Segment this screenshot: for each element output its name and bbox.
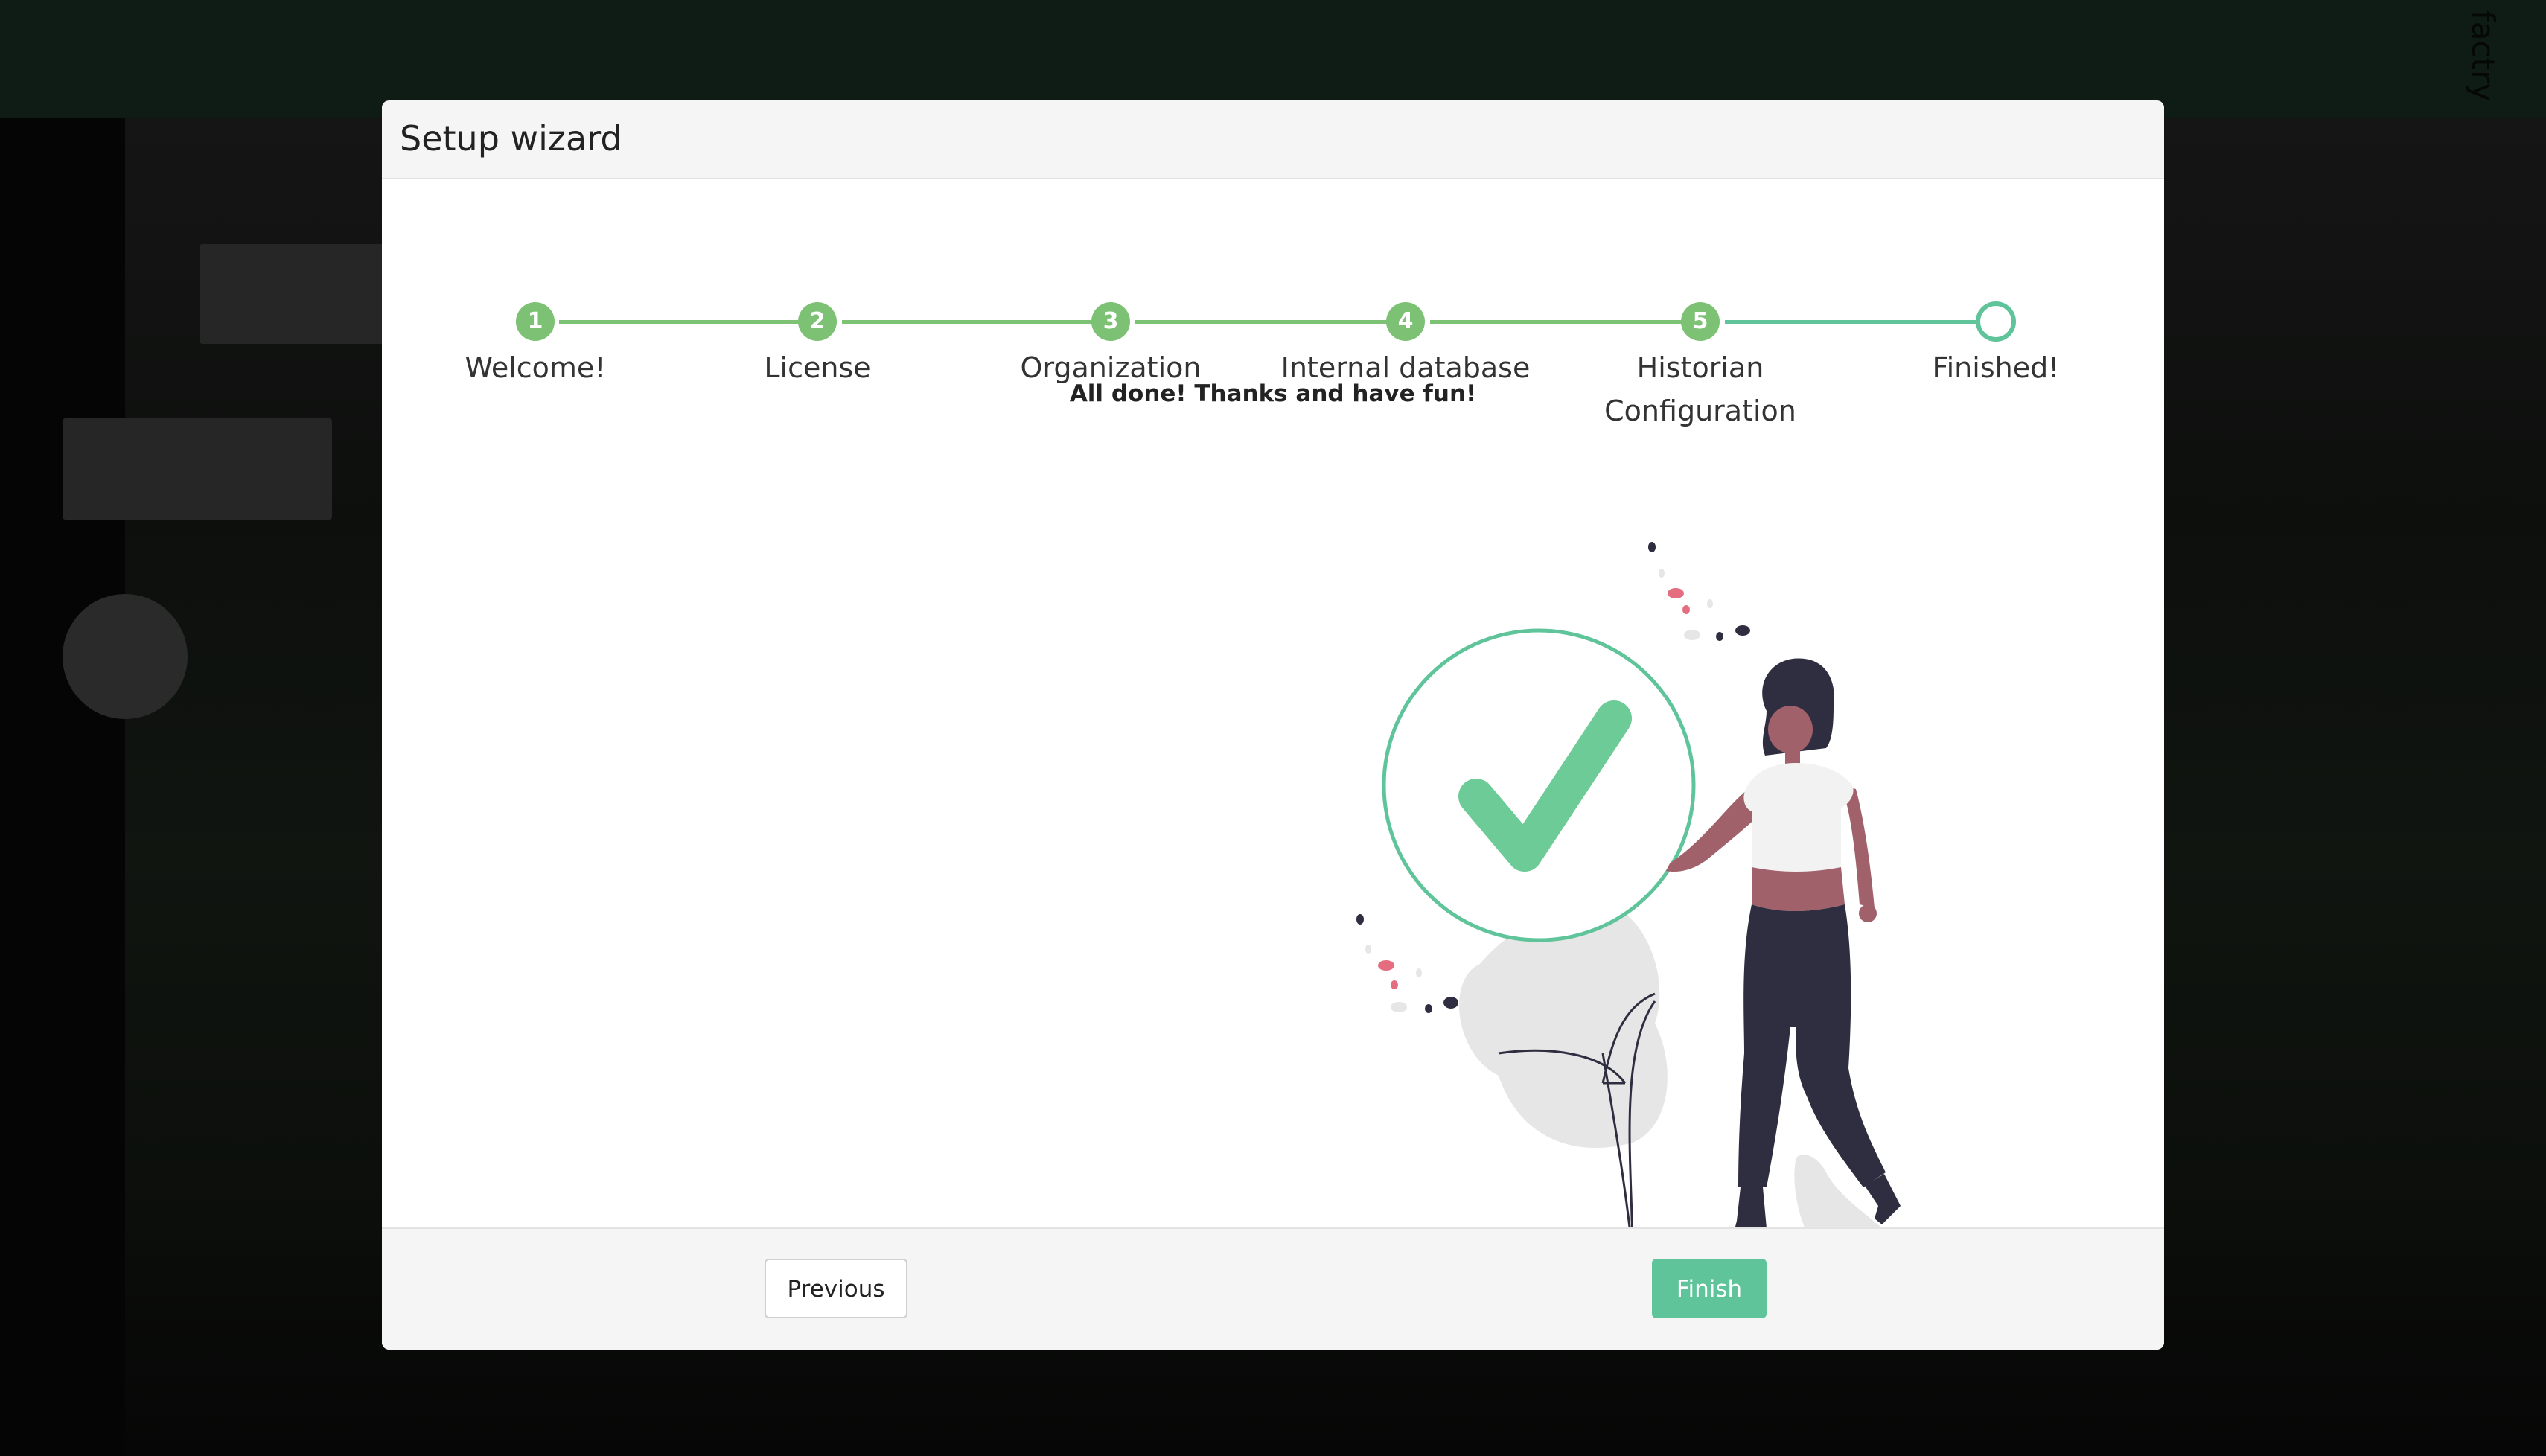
step-1-indicator: 1 — [516, 302, 555, 341]
step-connector — [1725, 320, 1987, 324]
step-6-indicator — [1976, 301, 2016, 342]
completion-message: All done! Thanks and have fun! — [1069, 380, 1477, 407]
setup-wizard-modal: Setup wizard 1 Welcome! 2 License 3 Orga… — [382, 100, 2164, 1350]
modal-footer: Previous Finish — [382, 1227, 2164, 1350]
step-5-indicator: 5 — [1681, 302, 1720, 341]
step-2-indicator: 2 — [798, 302, 837, 341]
previous-button[interactable]: Previous — [765, 1259, 907, 1318]
step-connector — [1135, 320, 1399, 324]
modal-title: Setup wizard — [400, 118, 622, 159]
wizard-stepper: 1 Welcome! 2 License 3 Organization 4 In… — [382, 179, 2164, 427]
background-placeholder-block — [200, 244, 393, 344]
success-checkmark-illustration — [1356, 542, 1953, 1256]
finish-button[interactable]: Finish — [1652, 1259, 1767, 1318]
background-brand: factry — [2465, 10, 2501, 102]
background-placeholder-block — [63, 418, 332, 520]
step-connector — [842, 320, 1106, 324]
background-avatar-placeholder — [63, 594, 188, 719]
background-sidebar — [0, 118, 125, 1456]
step-4-indicator: 4 — [1386, 302, 1425, 341]
step-3-indicator: 3 — [1091, 302, 1130, 341]
step-connector — [559, 320, 812, 324]
modal-header: Setup wizard — [382, 100, 2164, 179]
step-connector — [1430, 320, 1694, 324]
app-window: factry Setup wizard 1 Welcome! 2 License… — [0, 0, 2546, 1456]
